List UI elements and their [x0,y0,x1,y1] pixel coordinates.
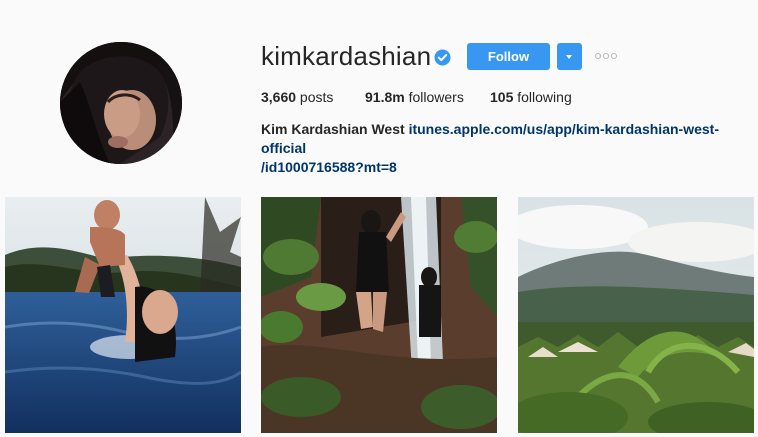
profile-full-name: Kim Kardashian West [261,121,405,137]
chevron-down-icon [566,55,572,59]
profile-username: kimkardashian [261,41,432,71]
post-thumbnail[interactable] [518,197,754,433]
verified-badge-icon [434,49,451,66]
more-options-icon[interactable] [595,51,617,61]
follow-button[interactable]: Follow [467,43,550,70]
followers-link[interactable]: 91.8m followers [365,88,464,106]
post-thumbnail[interactable] [5,197,241,433]
profile-bio: Kim Kardashian West itunes.apple.com/us/… [261,120,731,177]
follow-dropdown-button[interactable] [557,43,582,70]
posts-count: 3,660 posts [261,89,334,105]
following-link[interactable]: 105 following [490,88,572,106]
post-thumbnail[interactable] [261,197,497,433]
profile-avatar [60,42,182,164]
